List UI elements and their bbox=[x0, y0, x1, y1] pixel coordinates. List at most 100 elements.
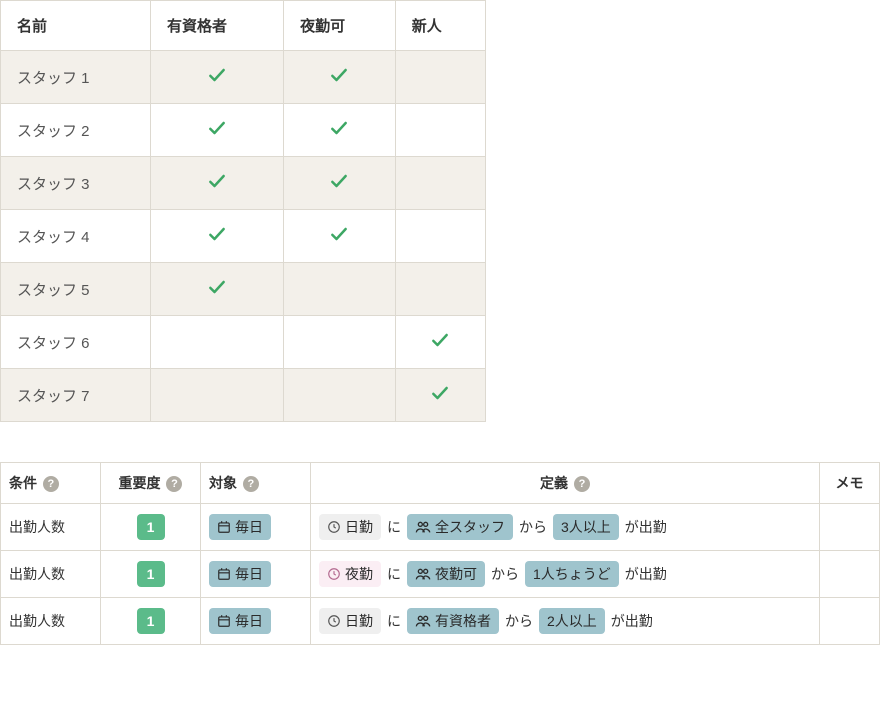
staff-name-cell[interactable]: スタッフ 1 bbox=[1, 51, 151, 104]
staff-header-name: 名前 bbox=[1, 1, 151, 51]
shift-label: 夜勤 bbox=[345, 564, 373, 584]
people-icon bbox=[415, 520, 431, 534]
table-row: 出勤人数1毎日日勤に全スタッフから3人以上が出勤 bbox=[1, 504, 880, 551]
condition-cell: 出勤人数 bbox=[1, 598, 101, 645]
target-pill[interactable]: 毎日 bbox=[209, 608, 271, 634]
shift-pill[interactable]: 夜勤 bbox=[319, 561, 381, 587]
group-pill[interactable]: 有資格者 bbox=[407, 608, 499, 634]
cond-header-definition: 定義 ? bbox=[311, 463, 820, 504]
people-icon bbox=[415, 567, 431, 581]
staff-nightOk-cell[interactable] bbox=[284, 104, 396, 157]
check-icon bbox=[207, 65, 227, 85]
definition-text: が出勤 bbox=[625, 564, 667, 584]
check-icon bbox=[329, 224, 349, 244]
staff-nightOk-cell[interactable] bbox=[284, 263, 396, 316]
staff-newcomer-cell[interactable] bbox=[395, 263, 485, 316]
conditions-table: 条件 ? 重要度 ? 対象 ? 定義 ? メモ bbox=[0, 462, 880, 645]
staff-name-cell[interactable]: スタッフ 4 bbox=[1, 210, 151, 263]
staff-newcomer-cell[interactable] bbox=[395, 210, 485, 263]
cond-header-definition-label: 定義 bbox=[540, 475, 568, 491]
group-label: 全スタッフ bbox=[435, 517, 505, 537]
cond-header-target-label: 対象 bbox=[209, 475, 237, 491]
importance-badge[interactable]: 1 bbox=[137, 608, 165, 634]
calendar-icon bbox=[217, 614, 231, 628]
group-pill[interactable]: 全スタッフ bbox=[407, 514, 513, 540]
cond-header-condition-label: 条件 bbox=[9, 475, 37, 491]
check-icon bbox=[430, 330, 450, 350]
target-pill[interactable]: 毎日 bbox=[209, 561, 271, 587]
definition-text: が出勤 bbox=[625, 517, 667, 537]
shift-pill[interactable]: 日勤 bbox=[319, 514, 381, 540]
staff-header-qualified: 有資格者 bbox=[151, 1, 284, 51]
definition-text: から bbox=[505, 611, 533, 631]
staff-qualified-cell[interactable] bbox=[151, 316, 284, 369]
staff-name-cell[interactable]: スタッフ 6 bbox=[1, 316, 151, 369]
staff-header-nightok: 夜勤可 bbox=[284, 1, 396, 51]
staff-name-cell[interactable]: スタッフ 5 bbox=[1, 263, 151, 316]
staff-newcomer-cell[interactable] bbox=[395, 104, 485, 157]
memo-cell[interactable] bbox=[820, 598, 880, 645]
help-icon[interactable]: ? bbox=[166, 476, 182, 492]
clock-icon bbox=[327, 567, 341, 581]
staff-newcomer-cell[interactable] bbox=[395, 316, 485, 369]
shift-pill[interactable]: 日勤 bbox=[319, 608, 381, 634]
staff-qualified-cell[interactable] bbox=[151, 104, 284, 157]
staff-qualified-cell[interactable] bbox=[151, 263, 284, 316]
staff-nightOk-cell[interactable] bbox=[284, 369, 396, 422]
importance-badge[interactable]: 1 bbox=[137, 514, 165, 540]
cond-header-condition: 条件 ? bbox=[1, 463, 101, 504]
staff-qualified-cell[interactable] bbox=[151, 369, 284, 422]
count-pill[interactable]: 2人以上 bbox=[539, 608, 605, 634]
calendar-icon bbox=[217, 567, 231, 581]
check-icon bbox=[207, 171, 227, 191]
target-pill[interactable]: 毎日 bbox=[209, 514, 271, 540]
staff-table-header-row: 名前 有資格者 夜勤可 新人 bbox=[1, 1, 486, 51]
definition-cell: 夜勤に夜勤可から1人ちょうどが出勤 bbox=[311, 551, 820, 598]
check-icon bbox=[329, 171, 349, 191]
table-row: スタッフ 7 bbox=[1, 369, 486, 422]
shift-label: 日勤 bbox=[345, 611, 373, 631]
count-pill[interactable]: 3人以上 bbox=[553, 514, 619, 540]
help-icon[interactable]: ? bbox=[574, 476, 590, 492]
staff-qualified-cell[interactable] bbox=[151, 157, 284, 210]
table-row: スタッフ 4 bbox=[1, 210, 486, 263]
calendar-icon bbox=[217, 520, 231, 534]
staff-nightOk-cell[interactable] bbox=[284, 316, 396, 369]
help-icon[interactable]: ? bbox=[43, 476, 59, 492]
cond-header-memo: メモ bbox=[820, 463, 880, 504]
staff-newcomer-cell[interactable] bbox=[395, 157, 485, 210]
staff-newcomer-cell[interactable] bbox=[395, 369, 485, 422]
staff-nightOk-cell[interactable] bbox=[284, 51, 396, 104]
staff-name-cell[interactable]: スタッフ 2 bbox=[1, 104, 151, 157]
staff-header-newcomer: 新人 bbox=[395, 1, 485, 51]
people-icon bbox=[415, 614, 431, 628]
check-icon bbox=[329, 118, 349, 138]
help-icon[interactable]: ? bbox=[243, 476, 259, 492]
count-pill[interactable]: 1人ちょうど bbox=[525, 561, 619, 587]
cond-header-memo-label: メモ bbox=[836, 475, 864, 491]
table-row: スタッフ 6 bbox=[1, 316, 486, 369]
definition-cell: 日勤に有資格者から2人以上が出勤 bbox=[311, 598, 820, 645]
shift-label: 日勤 bbox=[345, 517, 373, 537]
importance-cell: 1 bbox=[101, 551, 201, 598]
importance-badge[interactable]: 1 bbox=[137, 561, 165, 587]
group-pill[interactable]: 夜勤可 bbox=[407, 561, 485, 587]
staff-name-cell[interactable]: スタッフ 3 bbox=[1, 157, 151, 210]
count-label: 3人以上 bbox=[561, 517, 611, 537]
staff-name-cell[interactable]: スタッフ 7 bbox=[1, 369, 151, 422]
group-label: 有資格者 bbox=[435, 611, 491, 631]
memo-cell[interactable] bbox=[820, 504, 880, 551]
count-label: 1人ちょうど bbox=[533, 564, 611, 584]
memo-cell[interactable] bbox=[820, 551, 880, 598]
staff-qualified-cell[interactable] bbox=[151, 210, 284, 263]
staff-nightOk-cell[interactable] bbox=[284, 157, 396, 210]
check-icon bbox=[329, 65, 349, 85]
staff-nightOk-cell[interactable] bbox=[284, 210, 396, 263]
definition-text: から bbox=[491, 564, 519, 584]
staff-newcomer-cell[interactable] bbox=[395, 51, 485, 104]
staff-table: 名前 有資格者 夜勤可 新人 スタッフ 1スタッフ 2スタッフ 3スタッフ 4ス… bbox=[0, 0, 486, 422]
table-row: 出勤人数1毎日夜勤に夜勤可から1人ちょうどが出勤 bbox=[1, 551, 880, 598]
count-label: 2人以上 bbox=[547, 611, 597, 631]
check-icon bbox=[207, 224, 227, 244]
staff-qualified-cell[interactable] bbox=[151, 51, 284, 104]
